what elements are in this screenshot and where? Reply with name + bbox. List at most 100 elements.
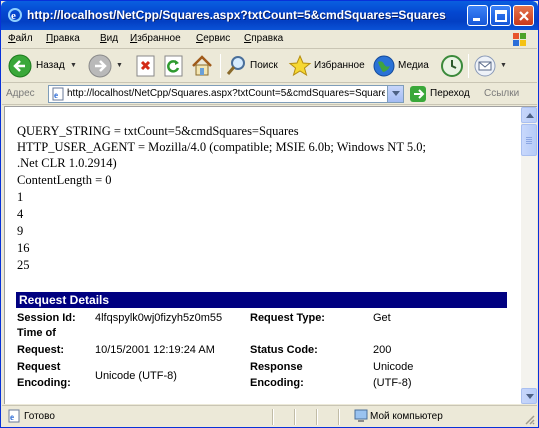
square-value: 16 bbox=[17, 241, 30, 255]
history-icon bbox=[441, 55, 463, 77]
menu-file-mnemonic: Ф bbox=[8, 33, 16, 44]
browser-window: e http://localhost/NetCpp/Squares.aspx?t… bbox=[0, 0, 539, 428]
page-icon: e bbox=[52, 87, 64, 101]
scroll-thumb[interactable] bbox=[521, 124, 537, 156]
response-encoding-label: Response bbox=[250, 361, 303, 373]
menu-view[interactable]: Вид bbox=[100, 33, 118, 44]
security-zone-label: Мой компьютер bbox=[370, 411, 443, 422]
minimize-button[interactable] bbox=[467, 5, 488, 26]
toolbar-separator bbox=[468, 54, 469, 78]
menu-file-label: айл bbox=[15, 33, 33, 44]
status-divider bbox=[294, 409, 296, 425]
menu-tools[interactable]: Сервис bbox=[196, 33, 230, 44]
menu-edit[interactable]: Правка bbox=[46, 33, 80, 44]
menu-file[interactable]: Файл bbox=[8, 33, 33, 44]
stop-icon bbox=[136, 55, 155, 77]
mail-icon bbox=[474, 55, 496, 77]
maximize-button[interactable] bbox=[490, 5, 511, 26]
address-input[interactable]: e http://localhost/NetCpp/Squares.aspx?t… bbox=[48, 85, 404, 103]
status-bar: e Готово Мой компьютер bbox=[2, 405, 537, 427]
forward-button[interactable]: ▼ bbox=[88, 52, 124, 80]
scroll-down-button[interactable] bbox=[521, 388, 537, 404]
square-value: 4 bbox=[17, 207, 24, 221]
toolbar-separator bbox=[220, 54, 221, 78]
home-icon bbox=[192, 55, 212, 76]
scroll-up-button[interactable] bbox=[521, 107, 537, 123]
status-divider bbox=[316, 409, 318, 425]
address-label: Адрес bbox=[6, 88, 35, 99]
request-encoding-value: Unicode (UTF-8) bbox=[95, 370, 177, 382]
square-value: 25 bbox=[17, 258, 30, 272]
status-divider bbox=[338, 409, 340, 425]
chevron-up-icon bbox=[526, 113, 534, 118]
request-details-header: Request Details bbox=[16, 292, 507, 308]
menu-view-label: ид bbox=[106, 33, 119, 44]
close-button[interactable] bbox=[513, 5, 534, 26]
forward-dropdown-icon[interactable]: ▼ bbox=[116, 62, 123, 69]
home-button[interactable] bbox=[190, 52, 216, 80]
page-done-icon: e bbox=[8, 409, 20, 423]
history-button[interactable] bbox=[440, 52, 464, 80]
media-globe-icon bbox=[373, 55, 395, 77]
request-type-value: Get bbox=[373, 312, 391, 324]
favorites-button[interactable]: Избранное bbox=[288, 52, 368, 80]
back-arrow-icon bbox=[8, 54, 32, 78]
go-arrow-icon bbox=[410, 86, 426, 102]
chevron-down-icon bbox=[526, 394, 534, 399]
back-dropdown-icon[interactable]: ▼ bbox=[70, 62, 77, 69]
request-type-label: Request Type: bbox=[250, 312, 325, 324]
status-divider bbox=[272, 409, 274, 425]
back-button[interactable]: Назад ▼ bbox=[8, 52, 78, 80]
star-icon bbox=[288, 54, 312, 77]
content-length-line: ContentLength = 0 bbox=[17, 173, 112, 187]
chevron-down-icon bbox=[392, 91, 400, 96]
toolbar: Назад ▼ ▼ Поиск Избранное Медиа ▼ bbox=[2, 49, 537, 83]
window-title: http://localhost/NetCpp/Squares.aspx?txt… bbox=[27, 8, 447, 22]
media-button[interactable]: Медиа bbox=[372, 52, 430, 80]
svg-text:e: e bbox=[11, 10, 16, 22]
forward-arrow-icon bbox=[88, 54, 112, 78]
menu-tools-label: ервис bbox=[203, 33, 231, 44]
session-id-label: Session Id: bbox=[17, 312, 76, 324]
request-encoding-label: Request bbox=[17, 361, 61, 373]
vertical-scrollbar[interactable] bbox=[521, 106, 537, 404]
menu-help-label: правка bbox=[251, 33, 284, 44]
back-label: Назад bbox=[36, 60, 65, 71]
square-value: 9 bbox=[17, 224, 24, 238]
response-encoding-value: Unicode bbox=[373, 361, 414, 373]
svg-text:e: e bbox=[10, 412, 14, 422]
search-label: Поиск bbox=[250, 60, 278, 71]
mail-dropdown-icon[interactable]: ▼ bbox=[500, 62, 507, 69]
time-of-request-label-cont: Request: bbox=[17, 344, 65, 356]
time-of-request-value: 10/15/2001 12:19:24 AM bbox=[95, 344, 215, 356]
maximize-icon bbox=[495, 10, 507, 22]
session-id-value: 4lfqspylk0wj0fizyh5z0m55 bbox=[95, 312, 223, 324]
windows-logo-icon bbox=[513, 33, 526, 46]
go-button[interactable]: Переход bbox=[408, 85, 478, 103]
response-encoding-label-cont: Encoding: bbox=[250, 377, 304, 389]
go-label: Переход bbox=[430, 88, 470, 99]
ie-icon: e bbox=[8, 8, 22, 22]
status-text: Готово bbox=[24, 411, 55, 422]
minimize-icon bbox=[473, 18, 480, 21]
search-icon bbox=[226, 56, 245, 75]
resize-grip-icon[interactable] bbox=[523, 413, 535, 425]
search-button[interactable]: Поиск bbox=[224, 52, 282, 80]
status-code-value: 200 bbox=[373, 344, 392, 356]
links-toolbar[interactable]: Ссылки bbox=[484, 88, 519, 99]
close-icon bbox=[519, 11, 529, 21]
stop-button[interactable] bbox=[134, 52, 158, 80]
menu-favorites[interactable]: Избранное bbox=[130, 33, 181, 44]
address-dropdown-button[interactable] bbox=[387, 86, 403, 102]
request-encoding-label-cont: Encoding: bbox=[17, 377, 71, 389]
refresh-icon bbox=[164, 55, 183, 77]
media-label: Медиа bbox=[398, 60, 429, 71]
my-computer-icon bbox=[354, 409, 368, 422]
square-value: 1 bbox=[17, 190, 24, 204]
title-bar[interactable]: e http://localhost/NetCpp/Squares.aspx?t… bbox=[1, 1, 538, 30]
mail-button[interactable]: ▼ bbox=[473, 52, 509, 80]
refresh-button[interactable] bbox=[162, 52, 186, 80]
page-content: QUERY_STRING = txtCount=5&cmdSquares=Squ… bbox=[4, 106, 521, 404]
menu-bar: Файл Правка Вид Избранное Сервис Справка bbox=[2, 30, 537, 49]
menu-help[interactable]: Справка bbox=[244, 33, 283, 44]
